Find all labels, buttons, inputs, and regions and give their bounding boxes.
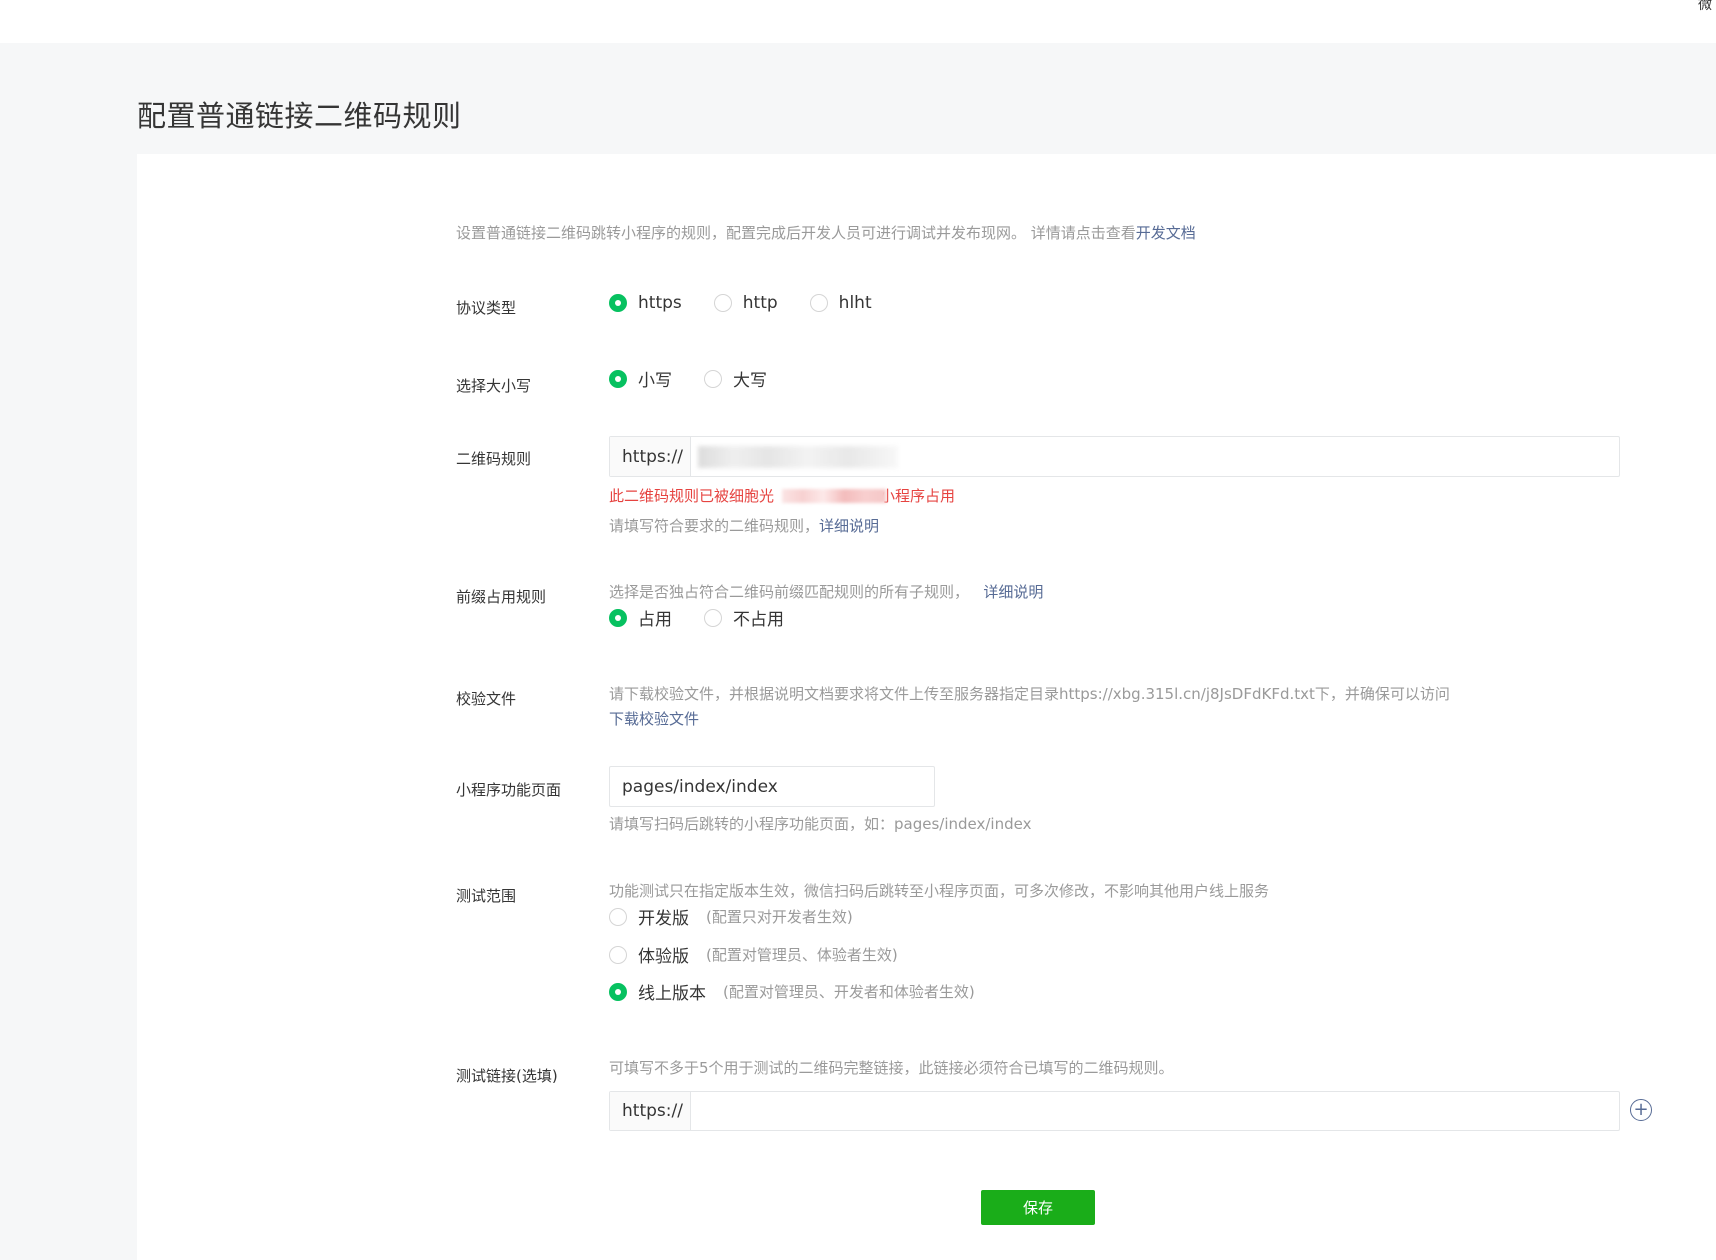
scope-option-note: (配置对管理员、体验者生效) <box>706 946 898 964</box>
case-radio-group: 小写 大写 <box>609 366 799 391</box>
qr-rule-error-end: 小程序占用 <box>880 487 956 505</box>
protocol-option-label: https <box>638 293 682 313</box>
qr-rule-detail-link[interactable]: 详细说明 <box>819 517 879 535</box>
protocol-option-label: hlht <box>838 293 872 313</box>
test-scope-option-dev: 开发版 (配置只对开发者生效) <box>609 904 885 929</box>
test-scope-label: 测试范围 <box>456 887 517 905</box>
qr-rule-prefix: https:// <box>610 437 691 476</box>
top-bar: 微 <box>0 0 1716 43</box>
protocol-option-label: http <box>742 293 778 313</box>
prefix-rule-tip-text: 选择是否独占符合二维码前缀匹配规则的所有子规则， <box>609 583 970 601</box>
case-label: 选择大小写 <box>456 377 532 395</box>
protocol-radio-hlht[interactable]: hlht <box>809 293 872 313</box>
qr-rule-label: 二维码规则 <box>456 450 532 468</box>
redacted-blur <box>698 446 898 468</box>
qr-rule-input-group: https:// <box>609 436 1620 477</box>
scope-radio-online[interactable]: 线上版本 (配置对管理员、开发者和体验者生效) <box>609 979 975 1004</box>
top-bar-corner-text: 微 <box>1698 0 1712 13</box>
radio-unchecked-icon <box>704 608 722 627</box>
prefix-rule-radio-group: 占用 不占用 <box>609 605 816 630</box>
scope-option-label: 线上版本 <box>638 984 706 1004</box>
test-link-input-group: https:// <box>609 1091 1620 1131</box>
qr-rule-error-start: 此二维码规则已被细胞光 <box>609 487 775 505</box>
prefix-radio-occupy[interactable]: 占用 <box>609 605 672 630</box>
protocol-radio-group: https http hlht <box>609 293 904 313</box>
radio-unchecked-icon <box>609 945 627 964</box>
verify-file-tip: 请下载校验文件，并根据说明文档要求将文件上传至服务器指定目录https://xb… <box>609 685 1450 703</box>
mini-page-input[interactable]: pages/index/index <box>609 766 935 807</box>
scope-option-label: 开发版 <box>638 909 689 929</box>
test-link-label: 测试链接(选填) <box>456 1067 558 1085</box>
plus-circle-icon: + <box>1633 1099 1649 1120</box>
case-radio-upper[interactable]: 大写 <box>704 366 767 391</box>
case-option-label: 小写 <box>638 371 672 391</box>
scope-option-note: (配置对管理员、开发者和体验者生效) <box>723 983 975 1001</box>
test-link-input[interactable] <box>691 1092 1619 1130</box>
prefix-option-label: 占用 <box>638 610 672 630</box>
radio-unchecked-icon <box>609 907 627 926</box>
test-scope-option-trial: 体验版 (配置对管理员、体验者生效) <box>609 942 930 967</box>
radio-checked-icon <box>609 982 627 1001</box>
download-verify-file-link[interactable]: 下载校验文件 <box>609 708 699 729</box>
prefix-radio-not-occupy[interactable]: 不占用 <box>704 605 784 630</box>
dev-doc-link[interactable]: 开发文档 <box>1136 224 1196 242</box>
add-test-link-button[interactable]: + <box>1630 1099 1652 1121</box>
test-scope-tip: 功能测试只在指定版本生效，微信扫码后跳转至小程序页面，可多次修改，不影响其他用户… <box>609 882 1270 900</box>
redacted-error-blur <box>782 489 886 503</box>
case-radio-lower[interactable]: 小写 <box>609 366 672 391</box>
scope-option-note: (配置只对开发者生效) <box>706 908 853 926</box>
scope-radio-dev[interactable]: 开发版 (配置只对开发者生效) <box>609 904 853 929</box>
radio-checked-icon <box>609 608 627 627</box>
prefix-option-label: 不占用 <box>733 610 784 630</box>
prefix-rule-detail-link[interactable]: 详细说明 <box>983 583 1043 601</box>
intro-text: 设置普通链接二维码跳转小程序的规则，配置完成后开发人员可进行调试并发布现网。 详… <box>456 224 1136 242</box>
mini-page-tip: 请填写扫码后跳转的小程序功能页面，如：pages/index/index <box>609 815 1032 833</box>
prefix-rule-tip: 选择是否独占符合二维码前缀匹配规则的所有子规则， 详细说明 <box>609 581 1043 602</box>
radio-checked-icon <box>609 369 627 388</box>
qr-rule-tip-text: 请填写符合要求的二维码规则， <box>609 517 820 535</box>
protocol-label: 协议类型 <box>456 299 517 317</box>
test-link-tip: 可填写不多于5个用于测试的二维码完整链接，此链接必须符合已填写的二维码规则。 <box>609 1059 1174 1077</box>
case-option-label: 大写 <box>733 371 767 391</box>
protocol-radio-http[interactable]: http <box>713 293 778 313</box>
intro-description: 设置普通链接二维码跳转小程序的规则，配置完成后开发人员可进行调试并发布现网。 详… <box>456 222 1196 243</box>
test-link-prefix: https:// <box>610 1092 691 1130</box>
prefix-rule-label: 前缀占用规则 <box>456 588 547 606</box>
save-button[interactable]: 保存 <box>981 1190 1095 1225</box>
page-title: 配置普通链接二维码规则 <box>137 99 462 133</box>
mini-page-label: 小程序功能页面 <box>456 781 562 799</box>
scope-radio-trial[interactable]: 体验版 (配置对管理员、体验者生效) <box>609 942 898 967</box>
qr-rule-tip: 请填写符合要求的二维码规则，详细说明 <box>609 515 879 536</box>
radio-unchecked-icon <box>713 294 732 312</box>
radio-unchecked-icon <box>809 294 828 312</box>
radio-checked-icon <box>609 294 627 312</box>
test-scope-option-online: 线上版本 (配置对管理员、开发者和体验者生效) <box>609 979 1007 1004</box>
protocol-radio-https[interactable]: https <box>609 293 682 313</box>
radio-unchecked-icon <box>704 369 722 388</box>
verify-file-label: 校验文件 <box>456 690 517 708</box>
scope-option-label: 体验版 <box>638 947 689 967</box>
